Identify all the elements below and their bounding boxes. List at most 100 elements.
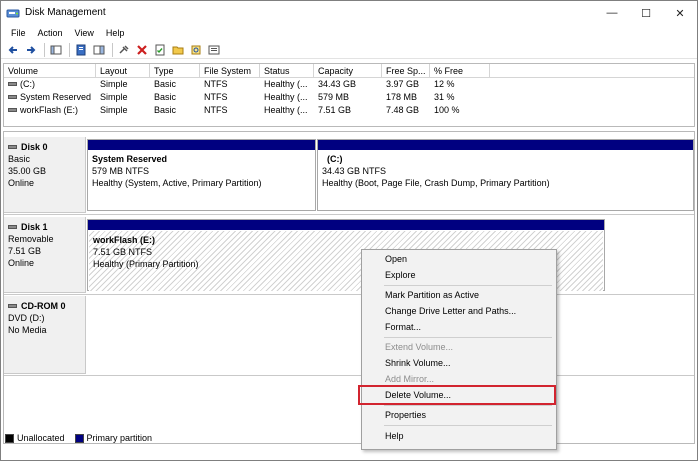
partition-c-drive[interactable]: (C:) 34.43 GB NTFS Healthy (Boot, Page F… [317,139,694,211]
volume-layout: Simple [100,92,128,102]
volume-icon [8,94,17,99]
check-disk-icon[interactable] [152,42,168,58]
context-menu-format[interactable]: Format... [362,320,556,335]
minimize-button[interactable]: — [595,1,629,25]
disk-management-window: Disk Management — ☐ ✕ File Action View H… [0,0,698,461]
legend-swatch-unallocated [5,433,14,443]
disk-name: CD-ROM 0 [21,301,66,311]
volume-capacity: 7.51 GB [318,105,352,115]
toolbar-divider [44,42,45,57]
volume-status: Healthy (... [264,92,308,102]
delete-volume-highlight-box [358,385,556,405]
disk-icon [8,144,17,149]
back-arrow-icon[interactable] [5,42,21,58]
volume-name: System Reserved [20,92,92,102]
partition-name: (C:) [327,154,343,164]
window-title: Disk Management [25,7,106,18]
column-header-percent-free[interactable]: % Free [430,64,490,77]
partition-size-fs: 579 MB NTFS [92,166,150,176]
volume-free-space: 178 MB [386,92,418,102]
menu-help[interactable]: Help [100,25,131,41]
context-menu-explore[interactable]: Explore [362,268,556,283]
disk-type: DVD (D:) [8,313,45,323]
partition-size-fs: 34.43 GB NTFS [322,166,387,176]
volume-status: Healthy (... [264,105,308,115]
forward-arrow-icon[interactable] [23,42,39,58]
properties-icon[interactable] [73,42,89,58]
refresh-folder-icon[interactable] [188,42,204,58]
volume-status: Healthy (... [264,79,308,89]
context-menu: Open Explore Mark Partition as Active Ch… [361,249,557,450]
disk-divider [4,375,694,376]
column-header-volume[interactable]: Volume [4,64,96,77]
menu-view[interactable]: View [69,25,100,41]
disk-status: No Media [8,325,47,335]
volume-type: Basic [154,92,177,102]
toolbar [1,41,697,59]
close-button[interactable]: ✕ [663,1,697,25]
disk-status: Online [8,258,35,268]
volume-layout: Simple [100,79,128,89]
connect-icon[interactable] [116,42,132,58]
disk-name: Disk 0 [21,142,48,152]
context-menu-extend-volume: Extend Volume... [385,342,454,352]
volume-type: Basic [154,105,177,115]
partition-name: System Reserved [92,154,168,164]
column-header-free-space[interactable]: Free Sp... [382,64,430,77]
volume-percent-free: 12 % [434,79,455,89]
maximize-button[interactable]: ☐ [629,1,663,25]
column-header-capacity[interactable]: Capacity [314,64,382,77]
column-header-file-system[interactable]: File System [200,64,260,77]
volume-capacity: 34.43 GB [318,79,357,89]
primary-partition-bar [88,140,315,150]
table-row[interactable]: (C:) Simple Basic NTFS Healthy (... 34.4… [4,78,694,91]
disk-divider [4,294,694,295]
volume-free-space: 7.48 GB [386,105,420,115]
legend-label-unallocated: Unallocated [17,433,65,443]
disk-divider [4,214,694,215]
show-hide-tree-icon[interactable] [48,42,64,58]
partition-health: Healthy (System, Active, Primary Partiti… [92,178,262,188]
disk-type: Removable [8,234,54,244]
cdrom-0-label[interactable]: CD-ROM 0 DVD (D:) No Media [4,296,86,374]
volume-file-system: NTFS [204,79,228,89]
disk-0-label[interactable]: Disk 0 Basic 35.00 GB Online [4,137,86,213]
table-row[interactable]: workFlash (E:) Simple Basic NTFS Healthy… [4,104,694,117]
volume-type: Basic [154,79,177,89]
disk-status: Online [8,178,35,188]
menu-file[interactable]: File [5,25,32,41]
disk-type: Basic [8,154,31,164]
menu-action[interactable]: Action [32,25,69,41]
context-menu-separator [384,405,552,406]
disk-icon [8,224,17,229]
volume-list-header: Volume Layout Type File System Status Ca… [4,64,694,78]
column-header-type[interactable]: Type [150,64,200,77]
volume-free-space: 3.97 GB [386,79,420,89]
context-menu-change-drive-letter[interactable]: Change Drive Letter and Paths... [362,304,556,319]
column-header-status[interactable]: Status [260,64,314,77]
volume-file-system: NTFS [204,92,228,102]
volume-file-system: NTFS [204,105,228,115]
context-menu-help[interactable]: Help [362,429,556,444]
toolbar-divider [69,42,70,57]
title-bar[interactable]: Disk Management — ☐ ✕ [1,1,697,25]
view-list-icon[interactable] [206,42,222,58]
volume-icon [8,81,17,86]
disk-size: 7.51 GB [8,246,42,256]
delete-icon[interactable] [134,42,150,58]
folder-icon[interactable] [170,42,186,58]
partition-name: workFlash (E:) [93,235,156,245]
context-menu-separator [384,285,552,286]
context-menu-separator [384,425,552,426]
context-menu-mark-active[interactable]: Mark Partition as Active [362,288,556,303]
legend-label-primary: Primary partition [86,433,153,443]
toolbar-divider [112,42,113,57]
disk-1-label[interactable]: Disk 1 Removable 7.51 GB Online [4,217,86,293]
partition-system-reserved[interactable]: System Reserved 579 MB NTFS Healthy (Sys… [87,139,316,211]
column-header-layout[interactable]: Layout [96,64,150,77]
context-menu-properties[interactable]: Properties [362,408,556,423]
table-row[interactable]: System Reserved Simple Basic NTFS Health… [4,91,694,104]
context-menu-shrink-volume[interactable]: Shrink Volume... [362,356,556,371]
help-pane-icon[interactable] [91,42,107,58]
context-menu-open[interactable]: Open [362,252,556,267]
